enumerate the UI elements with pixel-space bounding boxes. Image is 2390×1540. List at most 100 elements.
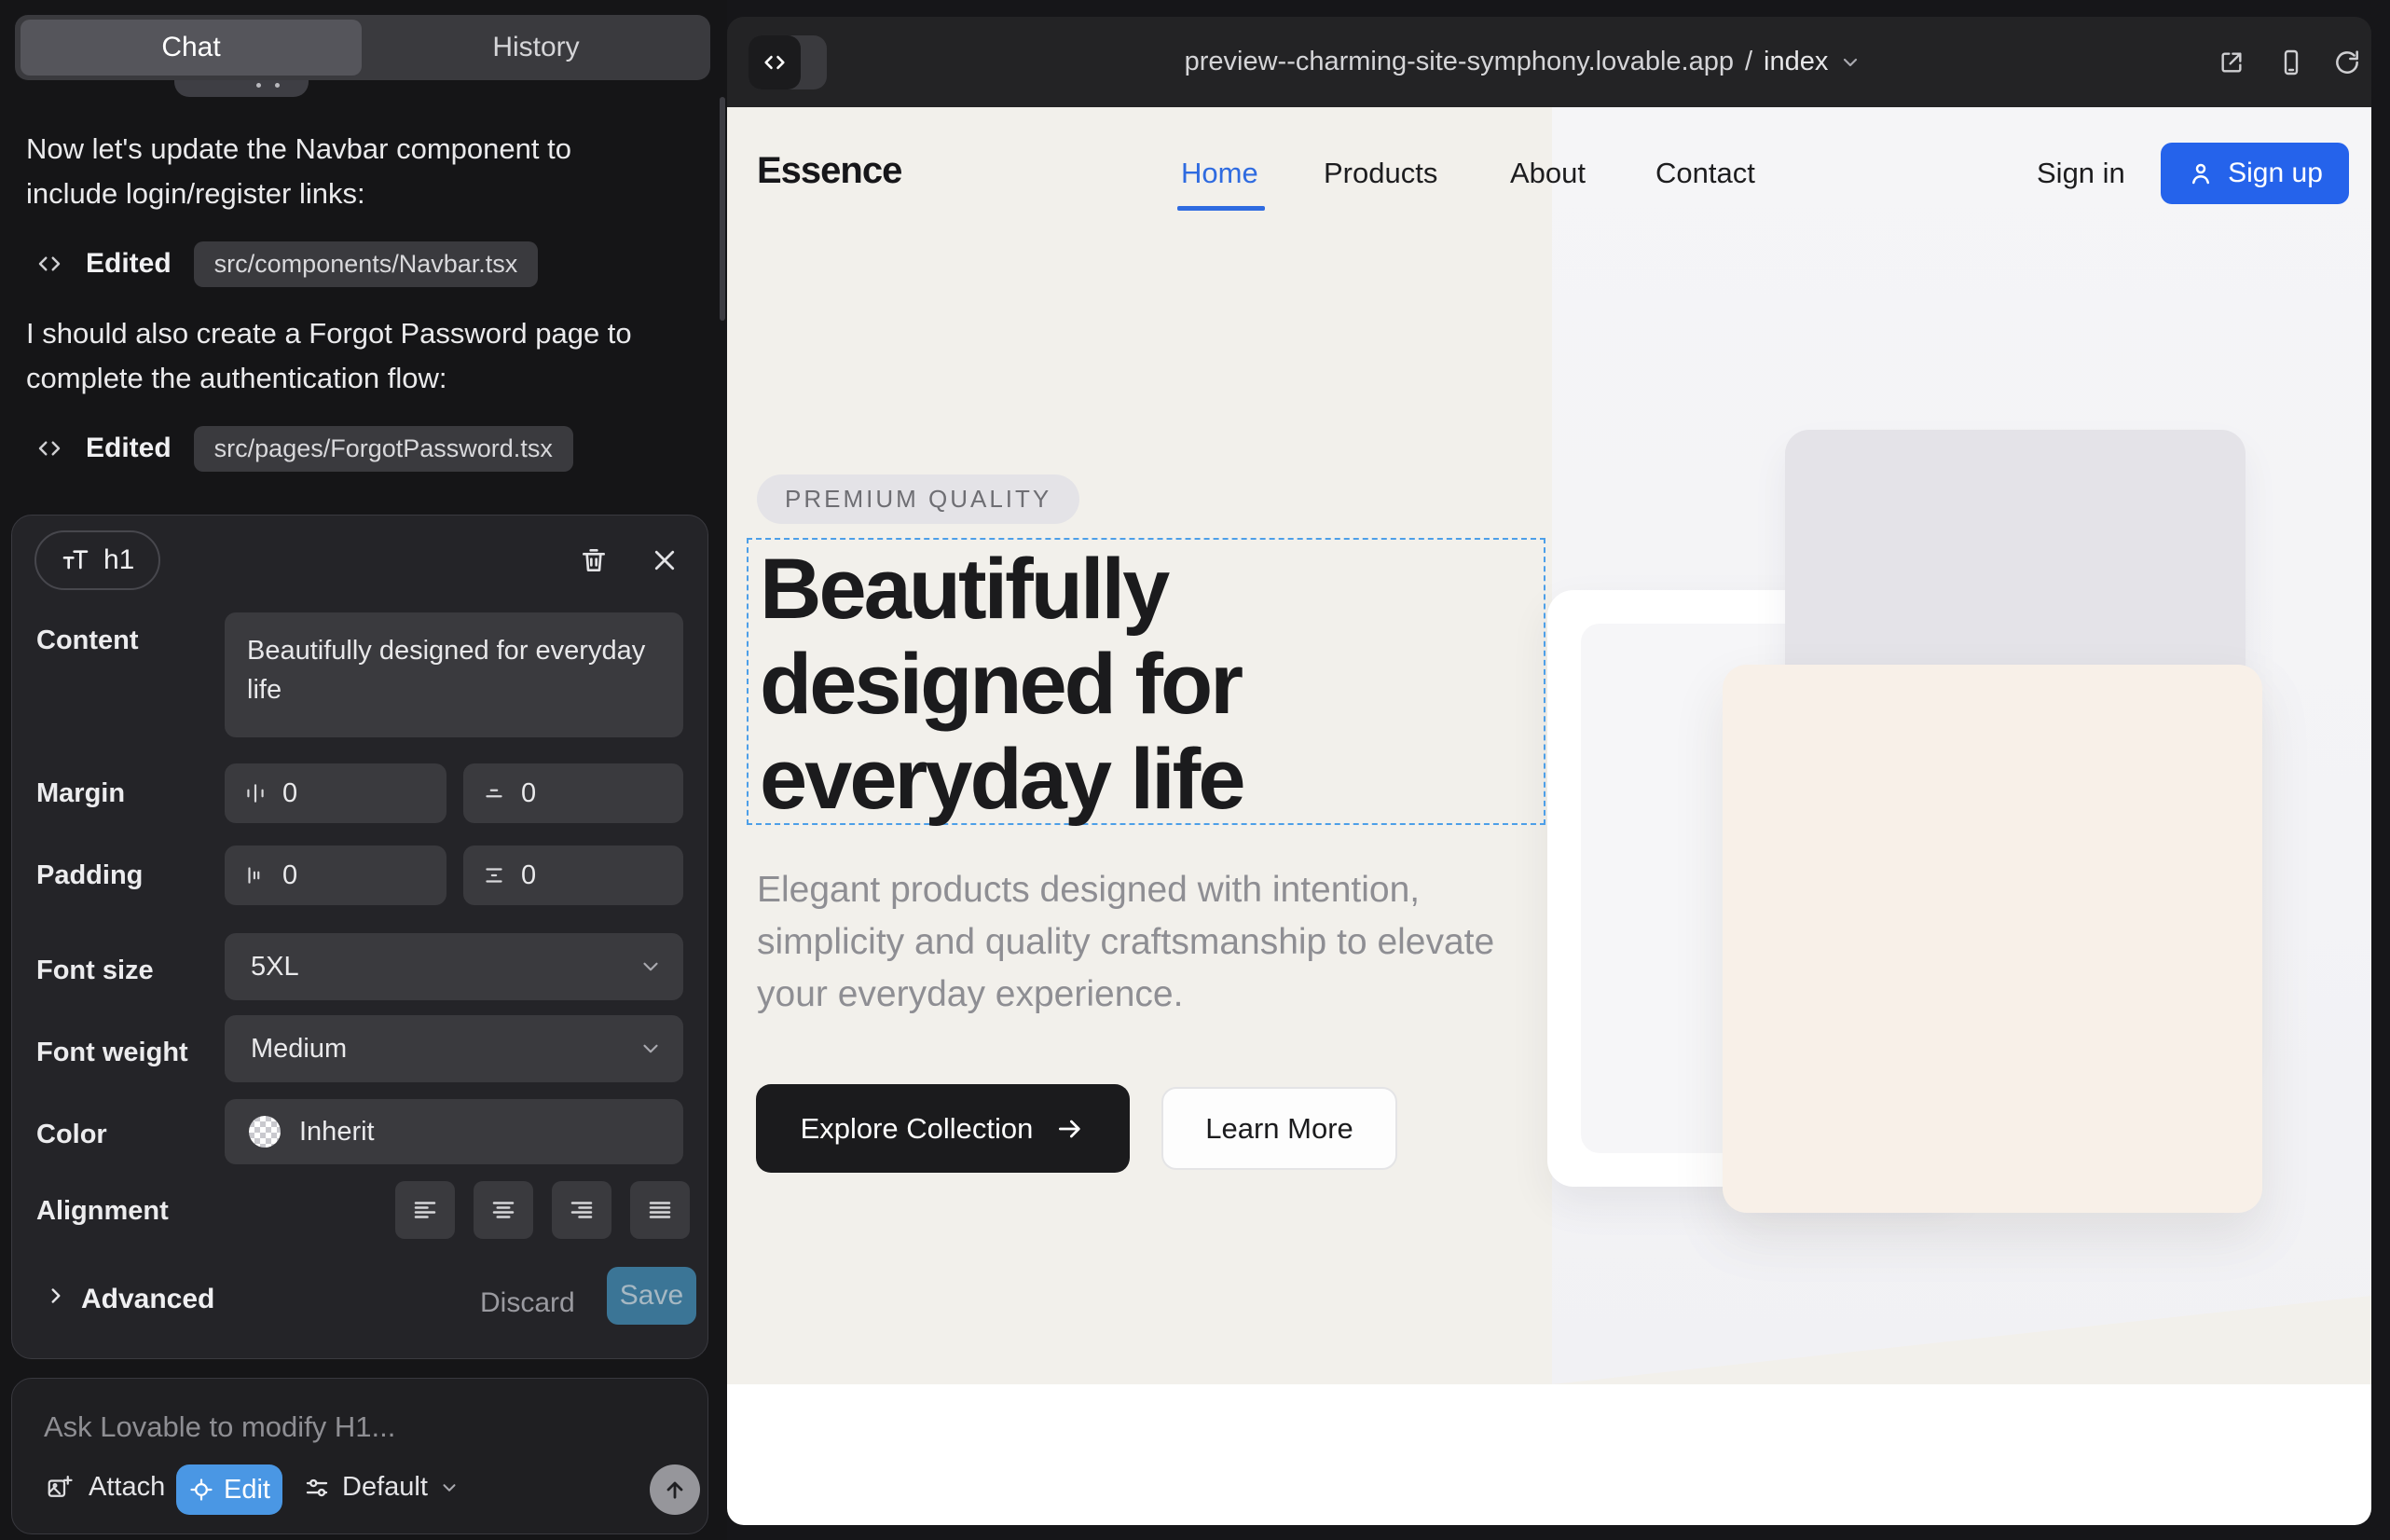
align-right-icon [568,1196,596,1224]
attach-label: Attach [89,1472,165,1503]
selected-element-tag[interactable]: h1 [34,530,160,590]
font-weight-select[interactable]: Medium [225,1015,683,1082]
explore-collection-label: Explore Collection [801,1112,1034,1146]
composer-input[interactable] [44,1405,659,1450]
margin-horizontal-icon [243,781,268,805]
explore-collection-button[interactable]: Explore Collection [756,1084,1130,1173]
send-button[interactable] [650,1464,700,1515]
edited-label: Edited [86,248,172,280]
padding-vertical-icon [482,863,506,887]
learn-more-label: Learn More [1205,1112,1353,1146]
margin-x-input[interactable]: 0 [225,763,446,823]
site-header: Essence Home Products About Contact Sign… [727,107,2371,238]
margin-y-input[interactable]: 0 [463,763,683,823]
sign-in-link[interactable]: Sign in [2037,157,2125,190]
chevron-right-icon [44,1284,68,1308]
mobile-view-button[interactable] [2276,48,2306,77]
close-icon [651,546,679,574]
chat-composer: Attach Edit Default [11,1378,708,1534]
tag-label: h1 [103,544,134,576]
tab-chat-label: Chat [161,32,220,63]
font-weight-label: Font weight [36,1038,188,1068]
arrow-up-icon [662,1477,688,1503]
delete-element-button[interactable] [573,540,614,581]
user-icon [2187,159,2215,187]
model-selector[interactable]: Default [303,1472,460,1503]
selected-element-outline[interactable]: Beautifully designed for everyday life [747,538,1545,825]
target-icon [188,1477,214,1503]
learn-more-button[interactable]: Learn More [1161,1087,1397,1170]
align-justify-button[interactable] [630,1181,690,1239]
chevron-down-icon [439,1478,460,1498]
type-icon [61,545,90,575]
site-viewport: Essence Home Products About Contact Sign… [727,107,2371,1525]
arrow-right-icon [1055,1114,1085,1144]
font-size-label: Font size [36,956,154,986]
chat-message-line: complete the authentication flow: [26,356,447,401]
attach-button[interactable]: Attach [46,1472,165,1503]
nav-link-contact[interactable]: Contact [1655,157,1755,190]
sign-up-button[interactable]: Sign up [2161,143,2349,204]
discard-button[interactable]: Discard [480,1287,575,1319]
align-left-button[interactable] [395,1181,455,1239]
color-value: Inherit [299,1117,375,1148]
element-editor-panel: h1 Content Beautifully designed for ever… [11,515,708,1359]
current-page: index [1764,47,1828,77]
nav-link-home[interactable]: Home [1181,157,1258,190]
align-left-icon [411,1196,439,1224]
chat-scrollbar[interactable] [720,97,725,321]
margin-label: Margin [36,778,125,809]
font-size-select[interactable]: 5XL [225,933,683,1000]
padding-x-value: 0 [282,860,297,891]
chevron-down-icon [639,955,663,979]
hero-card-cream [1723,665,2262,1213]
content-label: Content [36,626,139,656]
chat-message-line: include login/register links: [26,172,365,216]
model-label: Default [342,1472,428,1503]
quality-badge: PREMIUM QUALITY [757,474,1079,524]
edited-file-chip[interactable]: src/components/Navbar.tsx [194,241,539,287]
url-separator: / [1745,47,1752,77]
site-logo[interactable]: Essence [757,150,901,192]
align-center-button[interactable] [474,1181,533,1239]
align-justify-icon [646,1196,674,1224]
edit-mode-button[interactable]: Edit [176,1464,282,1515]
align-right-button[interactable] [552,1181,611,1239]
padding-label: Padding [36,860,143,891]
edit-label: Edit [224,1475,270,1506]
scrolled-pill-partial [174,80,309,97]
nav-link-about[interactable]: About [1510,157,1586,190]
code-icon [35,434,63,462]
padding-horizontal-icon [243,863,268,887]
hero-headline[interactable]: Beautifully designed for everyday life [760,542,1533,827]
url-bar[interactable]: preview--charming-site-symphony.lovable.… [727,17,2345,107]
nav-link-products[interactable]: Products [1324,157,1437,190]
refresh-button[interactable] [2332,48,2362,77]
refresh-icon [2332,48,2362,77]
tab-chat[interactable]: Chat [21,20,362,76]
smartphone-icon [2276,48,2306,77]
lovable-sidebar: Chat History Now let's update the Navbar… [0,0,727,1540]
padding-y-input[interactable]: 0 [463,846,683,905]
tab-history[interactable]: History [362,15,710,80]
padding-x-input[interactable]: 0 [225,846,446,905]
close-editor-button[interactable] [644,540,685,581]
browser-toolbar: preview--charming-site-symphony.lovable.… [727,17,2371,107]
save-button[interactable]: Save [607,1267,696,1325]
open-external-button[interactable] [2217,48,2246,77]
color-select[interactable]: Inherit [225,1099,683,1164]
color-label: Color [36,1120,107,1150]
content-textarea[interactable]: Beautifully designed for everyday life [225,612,683,737]
tab-history-label: History [492,32,579,63]
attach-image-icon [46,1474,74,1502]
font-size-value: 5XL [251,952,299,983]
advanced-toggle[interactable]: Advanced [81,1284,214,1315]
chat-message-line: Now let's update the Navbar component to [26,127,571,172]
edited-file-chip[interactable]: src/pages/ForgotPassword.tsx [194,426,573,472]
nav-active-underline [1177,206,1265,211]
margin-y-value: 0 [521,778,536,809]
hero-paragraph: Elegant products designed with intention… [757,864,1531,1021]
sign-up-label: Sign up [2228,158,2323,189]
edited-label: Edited [86,433,172,464]
preview-browser: preview--charming-site-symphony.lovable.… [727,17,2371,1525]
